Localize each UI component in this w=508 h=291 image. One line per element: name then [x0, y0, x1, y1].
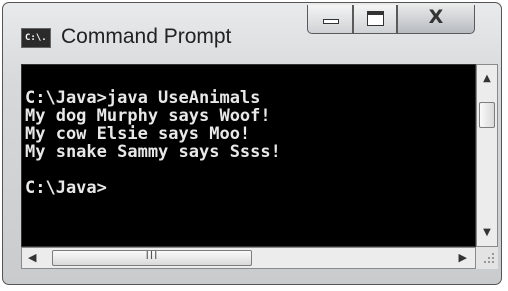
console-line: My dog Murphy says Woof!	[25, 106, 271, 126]
scroll-left-arrow-icon[interactable]: ◀	[28, 251, 36, 264]
title-bar[interactable]: C:\. Command Prompt X	[3, 3, 501, 63]
console-prompt-line: C:\Java>	[25, 178, 107, 198]
console-line: My snake Sammy says Ssss!	[25, 142, 281, 162]
maximize-button[interactable]	[353, 5, 397, 34]
resize-grip-icon[interactable]	[476, 247, 498, 269]
close-button[interactable]: X	[397, 5, 475, 34]
minimize-button[interactable]	[307, 5, 353, 34]
vertical-scrollbar[interactable]: ▲ ▼	[476, 64, 498, 247]
close-icon: X	[428, 6, 444, 28]
command-prompt-window: C:\. Command Prompt X C:\Java>java UseAn…	[2, 2, 502, 285]
console-text: C:\Java>java UseAnimals My dog Murphy sa…	[22, 65, 475, 197]
vertical-scroll-thumb[interactable]	[479, 102, 495, 128]
maximize-icon	[367, 11, 384, 26]
minimize-icon	[323, 19, 339, 24]
scroll-right-arrow-icon[interactable]: ▶	[459, 251, 467, 264]
scroll-up-arrow-icon[interactable]: ▲	[477, 73, 497, 84]
window-title: Command Prompt	[61, 25, 232, 48]
console-output-area[interactable]: C:\Java>java UseAnimals My dog Murphy sa…	[21, 64, 476, 247]
console-line: C:\Java>java UseAnimals	[25, 88, 261, 108]
grip-icon: III	[145, 249, 159, 262]
scroll-down-arrow-icon[interactable]: ▼	[477, 227, 497, 238]
horizontal-scroll-thumb[interactable]: III	[52, 249, 252, 266]
horizontal-scrollbar[interactable]: ◀ III ▶	[21, 247, 476, 269]
console-line: My cow Elsie says Moo!	[25, 124, 251, 144]
cmd-app-icon[interactable]: C:\.	[21, 28, 51, 48]
